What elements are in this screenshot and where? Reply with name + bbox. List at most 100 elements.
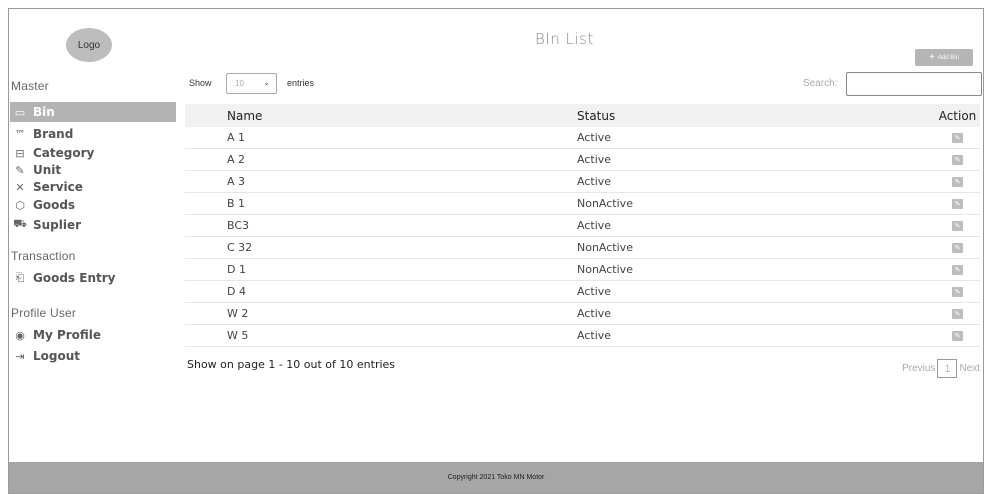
edit-icon[interactable]: ✎ (952, 264, 963, 275)
footer: Copyright 2021 Toko MN Motor (9, 462, 983, 493)
sidebar-item-label: Bin (33, 105, 55, 119)
row-name: A 2 (227, 153, 246, 166)
table-row: W 5 Active ✎ (185, 325, 980, 347)
add-bin-button-label: Add Bin (937, 54, 959, 61)
next-button[interactable]: Next (959, 363, 980, 374)
tools-icon: ✕ (15, 180, 25, 194)
row-status: NonActive (577, 241, 633, 254)
row-action: ✎ (917, 264, 980, 275)
sidebar-item-label: Category (33, 146, 95, 160)
sidebar-item-label: Suplier (33, 217, 82, 232)
show-label: Show (189, 78, 212, 88)
bin-icon: ▭ (14, 105, 26, 119)
sidebar-item-suplier[interactable]: ⛟ Suplier (13, 217, 81, 232)
row-status: Active (577, 307, 612, 320)
entries-label: entries (287, 78, 315, 88)
pagination: Previus 1 Next (902, 359, 980, 378)
row-status: Active (577, 219, 612, 232)
sidebar-item-bin[interactable]: ▭ Bin (13, 105, 55, 119)
sidebar-item-label: Service (33, 180, 83, 194)
sidebar-heading-transaction: Transaction (11, 249, 76, 263)
row-action: ✎ (917, 154, 980, 165)
row-name: BC3 (227, 219, 250, 232)
plus-icon: + (929, 52, 935, 63)
search-input[interactable] (846, 72, 982, 96)
logout-icon: ⇥ (15, 349, 25, 363)
sidebar-heading-master: Master (11, 79, 49, 93)
trademark-icon: ™ (14, 127, 26, 141)
sidebar-item-label: Logout (33, 349, 81, 363)
sidebar-item-label: Goods Entry (33, 271, 116, 285)
box-icon: ⬡ (15, 198, 25, 212)
table-row: A 1 Active ✎ (185, 127, 980, 149)
edit-icon[interactable]: ✎ (952, 220, 963, 231)
bin-table: Name Status Action A 1 Active ✎ A 2 Active ✎ A… (185, 104, 980, 347)
row-name: D 4 (227, 285, 246, 298)
sidebar-item-logout[interactable]: ⇥ Logout (13, 349, 80, 363)
row-status: Active (577, 175, 612, 188)
row-name: B 1 (227, 197, 246, 210)
row-status: Active (577, 329, 612, 342)
row-status: Active (577, 153, 612, 166)
table-row: C 32 NonActive ✎ (185, 237, 980, 259)
sidebar-item-unit[interactable]: ✎ Unit (13, 163, 61, 177)
folder-icon: ⊟ (15, 146, 25, 160)
table-body: A 1 Active ✎ A 2 Active ✎ A 3 Active ✎ B 1 NonActi… (185, 127, 980, 347)
pagination-info: Show on page 1 - 10 out of 10 entries (187, 358, 396, 371)
column-header-name[interactable]: Name (185, 109, 577, 123)
sidebar-item-category[interactable]: ⊟ Category (13, 146, 94, 160)
column-header-action: Action (938, 108, 977, 123)
row-name: W 5 (227, 329, 249, 342)
search-label: Search: (803, 78, 838, 89)
sidebar-heading-profile-user: Profile User (11, 306, 77, 320)
sidebar-item-goods-entry[interactable]: ⎗ Goods Entry (13, 271, 116, 285)
table-row: BC3 Active ✎ (185, 215, 980, 237)
row-status: NonActive (577, 197, 633, 210)
edit-icon[interactable]: ✎ (952, 132, 963, 143)
column-header-status[interactable]: Status (577, 109, 917, 123)
row-name: W 2 (227, 307, 249, 320)
row-action: ✎ (917, 198, 980, 209)
table-row: D 4 Active ✎ (185, 281, 980, 303)
sidebar-item-goods[interactable]: ⬡ Goods (13, 198, 75, 212)
row-status: Active (577, 131, 612, 144)
edit-icon[interactable]: ✎ (952, 286, 963, 297)
table-row: A 3 Active ✎ (185, 171, 980, 193)
logo: Logo (66, 28, 112, 62)
edit-icon[interactable]: ✎ (952, 154, 963, 165)
edit-icon[interactable]: ✎ (952, 176, 963, 187)
edit-icon[interactable]: ✎ (952, 242, 963, 253)
row-action: ✎ (917, 308, 980, 319)
add-bin-button[interactable]: + Add Bin (915, 49, 973, 66)
edit-icon[interactable]: ✎ (952, 198, 963, 209)
table-row: D 1 NonActive ✎ (185, 259, 980, 281)
page-title: BIn List (535, 30, 594, 48)
edit-icon[interactable]: ✎ (952, 330, 963, 341)
sidebar-item-service[interactable]: ✕ Service (13, 180, 83, 194)
sidebar-item-my-profile[interactable]: ◉ My Profile (13, 328, 101, 342)
sidebar-item-label: My Profile (33, 328, 102, 342)
clipboard-icon: ⎗ (15, 271, 25, 284)
sidebar-item-brand[interactable]: ™ Brand (13, 127, 74, 141)
row-name: A 3 (227, 175, 246, 188)
table-row: W 2 Active ✎ (185, 303, 980, 325)
sidebar-item-label: Brand (33, 127, 74, 141)
page-number-button[interactable]: 1 (937, 359, 958, 378)
row-status: Active (577, 285, 612, 298)
row-action: ✎ (917, 220, 980, 231)
copyright-text: Copyright 2021 Toko MN Motor (447, 474, 545, 481)
sidebar-item-label: Unit (33, 163, 62, 177)
row-action: ✎ (917, 242, 980, 253)
user-circle-icon: ◉ (15, 328, 25, 342)
row-action: ✎ (917, 286, 980, 297)
pencil-icon: ✎ (15, 163, 25, 177)
entries-per-page-value: 10 (235, 79, 244, 88)
table-header: Name Status Action (185, 104, 980, 127)
previous-button[interactable]: Previus (902, 363, 935, 374)
row-name: D 1 (227, 263, 246, 276)
entries-per-page-select[interactable]: 10 ⌄ (226, 73, 277, 94)
edit-icon[interactable]: ✎ (952, 308, 963, 319)
chevron-down-icon: ⌄ (263, 78, 270, 87)
row-action: ✎ (917, 176, 980, 187)
row-action: ✎ (917, 330, 980, 341)
